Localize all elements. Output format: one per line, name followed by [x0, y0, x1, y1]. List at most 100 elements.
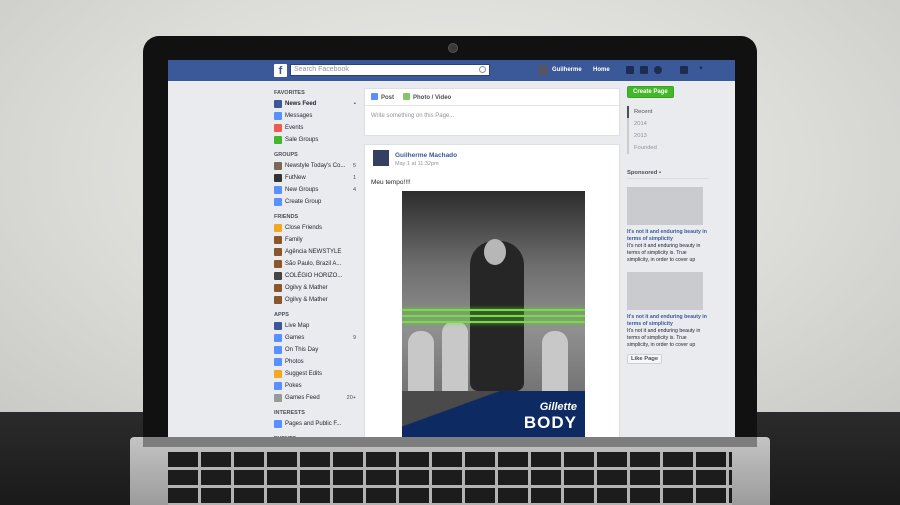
nav-item-label: On This Day	[285, 347, 319, 353]
runner-crowd	[442, 321, 468, 391]
like-page-button[interactable]: Like Page	[627, 354, 663, 364]
lock-icon[interactable]	[680, 66, 688, 74]
brand-product-text: BODY	[523, 413, 577, 432]
nav-item-interests[interactable]: Pages and Public F...	[274, 418, 358, 430]
timeline-item[interactable]: Founded	[629, 142, 709, 154]
timeline-item[interactable]: Recent	[627, 106, 709, 118]
location-pin-icon	[274, 260, 282, 268]
timeline-item[interactable]: 2013	[629, 130, 709, 142]
keyboard	[168, 452, 732, 505]
nav-item-friends[interactable]: Close Friends	[274, 222, 358, 234]
nav-item-count: 5	[352, 163, 356, 169]
profile-link[interactable]: Guilherme	[552, 67, 582, 73]
search-input[interactable]: Search Facebook	[290, 64, 490, 76]
post-tab[interactable]: Post	[371, 93, 394, 101]
top-bar: f Search Facebook Guilherme Home ▼	[168, 60, 735, 81]
nav-item-friends[interactable]: Ogilvy & Mather	[274, 294, 358, 306]
sponsored-ad[interactable]: It's not it and enduring beauty in terms…	[627, 187, 709, 264]
messages-icon[interactable]	[640, 66, 648, 74]
briefcase-icon	[274, 248, 282, 256]
ad-title[interactable]: It's not it and enduring beauty in terms…	[627, 314, 709, 328]
post-tab-label: Post	[381, 95, 395, 101]
ad-title[interactable]: It's not it and enduring beauty in terms…	[627, 229, 709, 243]
nav-item-friends[interactable]: COLÉGIO HORIZO...	[274, 270, 358, 282]
user-avatar[interactable]	[538, 65, 548, 75]
left-navigation: FAVORITES News Feed ▪ Messages Events Sale Gr…	[274, 88, 358, 437]
brand-banner: Gillette BODY	[402, 391, 585, 437]
nav-section-events: EVENTS	[274, 436, 358, 437]
calendar-icon	[274, 124, 282, 132]
nav-item-apps[interactable]: Suggest Edits	[274, 368, 358, 380]
nav-item-label: Newstyle Today's Co...	[285, 163, 346, 169]
chevron-down-icon[interactable]: ▼	[698, 66, 704, 72]
globe-icon[interactable]	[654, 66, 662, 74]
create-page-button[interactable]: Create Page	[627, 86, 674, 98]
nav-item-groups[interactable]: FutNew 1	[274, 172, 358, 184]
composer-divider	[365, 105, 619, 106]
nav-item-edit-icon[interactable]: ▪	[354, 98, 356, 110]
nav-item-favorites[interactable]: Sale Groups	[274, 134, 358, 146]
nav-item-count: 1	[352, 175, 356, 181]
facebook-logo-icon[interactable]: f	[274, 64, 287, 77]
composer-input[interactable]: Write something on this Page...	[371, 113, 454, 119]
friends-icon[interactable]	[626, 66, 634, 74]
nav-item-friends[interactable]: Agência NEWSTYLE	[274, 246, 358, 258]
post-author-avatar[interactable]	[373, 150, 389, 166]
nav-item-favorites[interactable]: Events	[274, 122, 358, 134]
group-icon	[274, 162, 282, 170]
nav-item-label: Pokes	[285, 383, 302, 389]
nav-item-count: 4	[352, 187, 356, 193]
nav-item-apps[interactable]: Games Feed 20+	[274, 392, 358, 404]
photo-video-tab[interactable]: Photo / Video	[403, 93, 451, 101]
news-feed-icon	[274, 100, 282, 108]
briefcase-icon	[274, 284, 282, 292]
nav-item-label: Live Map	[285, 323, 310, 329]
nav-item-apps[interactable]: Photos	[274, 356, 358, 368]
home-link[interactable]: Home	[593, 67, 610, 73]
nav-item-label: Games Feed	[285, 395, 320, 401]
post-timestamp[interactable]: May 1 at 11:32pm	[395, 161, 439, 167]
messages-icon	[274, 112, 282, 120]
nav-item-label: São Paulo, Brazil A...	[285, 261, 342, 267]
nav-item-apps[interactable]: Pokes	[274, 380, 358, 392]
nav-section-interests: INTERESTS	[274, 410, 305, 416]
runner-head	[484, 239, 506, 265]
nav-section-friends: FRIENDS	[274, 214, 299, 220]
nav-item-label: Photos	[285, 359, 304, 365]
post-author-name[interactable]: Guilherme Machado	[395, 152, 457, 159]
nav-item-groups[interactable]: Newstyle Today's Co... 5	[274, 160, 358, 172]
nav-item-label: Sale Groups	[285, 137, 319, 143]
pages-icon	[274, 420, 282, 428]
nav-item-label: News Feed	[285, 101, 317, 107]
nav-item-apps[interactable]: On This Day	[274, 344, 358, 356]
photo-icon	[403, 93, 410, 100]
ad-body: It's not it and enduring beauty in terms…	[627, 328, 701, 348]
nav-item-friends[interactable]: Ogilvy & Mather	[274, 282, 358, 294]
search-icon[interactable]	[479, 66, 486, 73]
photo-video-tab-label: Photo / Video	[413, 95, 452, 101]
nav-item-apps[interactable]: Live Map	[274, 320, 358, 332]
nav-item-groups[interactable]: Create Group	[274, 196, 358, 208]
right-column: Create Page Recent 2014 2013 Founded Sponso…	[627, 86, 709, 364]
ad-image[interactable]	[627, 187, 703, 225]
nav-item-favorites[interactable]: Messages	[274, 110, 358, 122]
nav-item-apps[interactable]: Games 9	[274, 332, 358, 344]
camera-icon	[448, 43, 458, 53]
nav-item-groups[interactable]: New Groups 4	[274, 184, 358, 196]
nav-item-favorites[interactable]: News Feed ▪	[274, 98, 358, 110]
create-group-icon	[274, 198, 282, 206]
ad-image[interactable]	[627, 272, 703, 310]
nav-item-friends[interactable]: São Paulo, Brazil A...	[274, 258, 358, 270]
nav-item-label: Games	[285, 335, 305, 341]
sponsored-ad[interactable]: It's not it and enduring beauty in terms…	[627, 272, 709, 349]
sponsored-header: Sponsored ▪	[627, 170, 709, 179]
nav-item-friends[interactable]: Family	[274, 234, 358, 246]
post-text: Meu tempo!!!!	[371, 179, 411, 186]
timeline-item[interactable]: 2014	[629, 118, 709, 130]
nav-item-count: 9	[352, 335, 356, 341]
post-image[interactable]: Gillette BODY	[402, 191, 585, 437]
briefcase-icon	[274, 296, 282, 304]
pencil-icon	[371, 93, 378, 100]
photos-icon	[274, 358, 282, 366]
green-laser-line	[402, 321, 585, 323]
